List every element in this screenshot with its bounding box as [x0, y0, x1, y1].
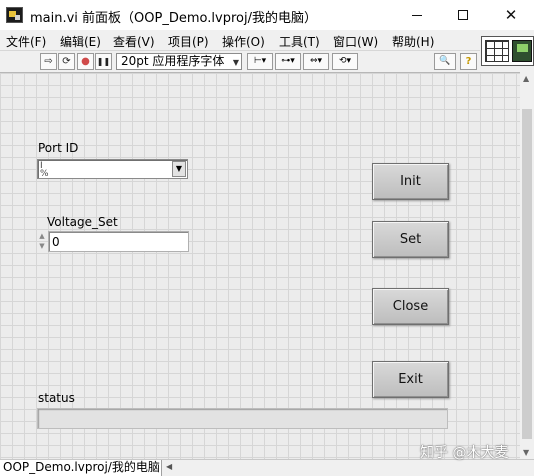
scroll-left-icon[interactable]: ◀ [166, 462, 172, 471]
connector-pane-icon[interactable] [485, 40, 509, 62]
distribute-objects-button[interactable]: ⊶▾ [275, 53, 301, 70]
align-objects-button[interactable]: ⊢▾ [247, 53, 273, 70]
run-continuously-button[interactable]: ⟳ [58, 53, 75, 70]
abort-icon: ● [81, 56, 90, 67]
resize-objects-button[interactable]: ⇔▾ [303, 53, 329, 70]
close-icon: ✕ [504, 6, 518, 24]
title-bar: main.vi 前面板（OOP_Demo.lvproj/我的电脑） ✕ [0, 0, 534, 30]
menu-bar: 文件(F) 编辑(E) 查看(V) 项目(P) 操作(O) 工具(T) 窗口(W… [0, 30, 480, 50]
scroll-down-icon[interactable]: ▼ [523, 448, 529, 457]
font-select-value: 20pt 应用程序字体 [121, 54, 225, 68]
toolbar: ⇨ ⟳ ● ❚❚ 20pt 应用程序字体 ▼ ⊢▾ ⊶▾ ⇔▾ ⟲▾ 🔍 ? [0, 50, 480, 72]
labview-app-icon[interactable] [6, 7, 23, 23]
menu-project[interactable]: 项目(P) [168, 33, 209, 50]
menu-window[interactable]: 窗口(W) [333, 33, 378, 50]
watermark: 知乎 @木大麦 [420, 445, 509, 461]
front-panel-canvas[interactable] [0, 72, 520, 459]
search-icon: 🔍 [439, 56, 451, 66]
pause-button[interactable]: ❚❚ [95, 53, 112, 70]
menu-help[interactable]: 帮助(H) [392, 33, 434, 50]
menu-file[interactable]: 文件(F) [6, 33, 46, 50]
close-window-button[interactable]: ✕ [488, 0, 534, 30]
reorder-button[interactable]: ⟲▾ [332, 53, 358, 70]
voltage-set-control: ▲ ▼ 0 [37, 231, 189, 252]
scrollbar-thumb[interactable] [522, 109, 532, 439]
init-button[interactable]: Init [372, 163, 449, 200]
reorder-icon: ⟲▾ [338, 56, 352, 66]
resize-icon: ⇔▾ [309, 56, 323, 66]
menu-edit[interactable]: 编辑(E) [60, 33, 101, 50]
run-button[interactable]: ⇨ [40, 53, 57, 70]
status-label: status [38, 391, 75, 405]
port-id-label: Port ID [38, 141, 79, 155]
vertical-scrollbar[interactable]: ▲ ▼ [520, 72, 534, 459]
vi-icon-pane[interactable] [481, 36, 534, 66]
scroll-up-icon[interactable]: ▲ [523, 74, 529, 83]
menu-tools[interactable]: 工具(T) [279, 33, 320, 50]
font-select[interactable]: 20pt 应用程序字体 ▼ [116, 53, 242, 70]
pause-icon: ❚❚ [96, 57, 111, 66]
voltage-set-label: Voltage_Set [47, 215, 118, 229]
vi-icon[interactable] [512, 40, 532, 62]
maximize-icon [458, 10, 468, 20]
search-button[interactable]: 🔍 [434, 53, 456, 70]
distribute-icon: ⊶▾ [281, 56, 295, 66]
menu-operate[interactable]: 操作(O) [222, 33, 265, 50]
minimize-icon [412, 14, 422, 16]
chevron-down-icon: ▼ [232, 58, 239, 67]
run-arrow-icon: ⇨ [44, 56, 53, 67]
window-title: main.vi 前面板（OOP_Demo.lvproj/我的电脑） [30, 11, 317, 26]
run-continuously-icon: ⟳ [62, 56, 71, 67]
context-help-button[interactable]: ? [460, 53, 477, 70]
port-id-control[interactable]: I% ▼ [37, 159, 188, 179]
close-button[interactable]: Close [372, 288, 449, 325]
menu-view[interactable]: 查看(V) [113, 33, 155, 50]
exit-button[interactable]: Exit [372, 361, 449, 398]
increment-decrement-icon[interactable]: ▲ ▼ [37, 231, 47, 252]
align-icon: ⊢▾ [253, 56, 267, 66]
voltage-set-input[interactable]: 0 [48, 231, 189, 252]
minimize-button[interactable] [394, 0, 440, 30]
chevron-down-icon[interactable]: ▼ [172, 161, 186, 177]
status-indicator [37, 408, 448, 429]
help-icon: ? [465, 56, 472, 67]
maximize-button[interactable] [440, 0, 486, 30]
visa-io-icon: I% [40, 161, 49, 179]
abort-button[interactable]: ● [77, 53, 94, 70]
project-path: OOP_Demo.lvproj/我的电脑 [0, 460, 162, 476]
set-button[interactable]: Set [372, 221, 449, 258]
